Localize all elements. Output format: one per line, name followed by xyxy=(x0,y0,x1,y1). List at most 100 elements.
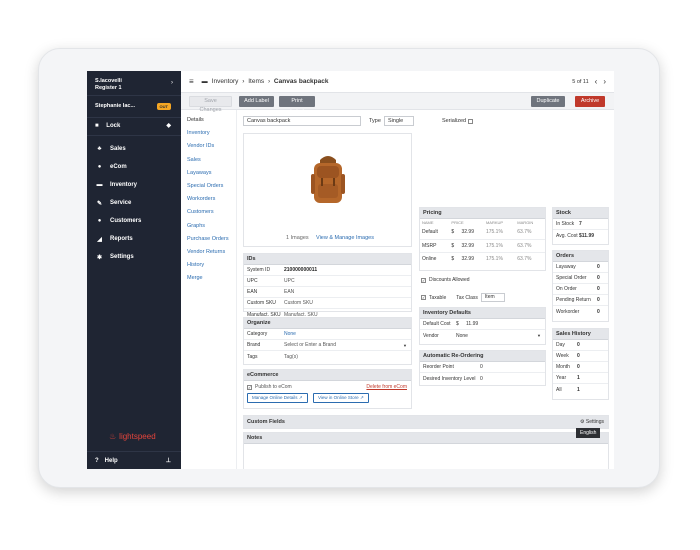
id-row: EAN EAN xyxy=(244,287,411,298)
tab-inventory[interactable]: Inventory xyxy=(181,127,236,140)
archive-button[interactable]: Archive xyxy=(575,96,605,107)
app-screen: S.Iacovelli Register 1 › Stephanie Iac..… xyxy=(87,71,614,469)
delete-from-ecom-link[interactable]: Delete from eCom xyxy=(366,384,407,390)
ean-input[interactable]: EAN xyxy=(284,289,294,295)
price-input[interactable]: 32.99 xyxy=(459,239,483,252)
tab-purchase-orders[interactable]: Purchase Orders xyxy=(181,233,236,246)
image-count: 1 Images xyxy=(286,235,309,241)
brand-select[interactable]: Select or Enter a Brand xyxy=(284,342,403,348)
desired-level-input[interactable]: 0 xyxy=(480,376,483,382)
employee-switcher[interactable]: Stephanie Iac... OUT xyxy=(87,96,181,118)
tag-icon: ◆ xyxy=(166,123,171,129)
custom-fields-settings-button[interactable]: ⚙ Settings xyxy=(580,416,604,428)
custom-sku-input[interactable]: Custom SKU xyxy=(284,300,313,306)
breadcrumb-inventory[interactable]: Inventory xyxy=(212,78,239,85)
vendor-select[interactable]: None xyxy=(456,333,537,339)
tab-special-orders[interactable]: Special Orders xyxy=(181,180,236,193)
order-row: Pending Return 0 xyxy=(553,295,608,306)
vendor-label: Vendor xyxy=(423,332,439,339)
sidebar-item-service[interactable]: ✎ Service xyxy=(87,194,181,212)
type-label: Type xyxy=(369,118,381,124)
order-row: Layaway 0 xyxy=(553,262,608,273)
customers-icon: ● xyxy=(97,218,102,224)
period-label: All xyxy=(556,386,562,393)
external-link-icon: ↗ xyxy=(359,395,364,400)
ecom-buttons: Manage Online Details ↗ View in Online S… xyxy=(244,393,411,403)
register-switcher[interactable]: S.Iacovelli Register 1 › xyxy=(87,71,181,96)
sidebar-item-ecom[interactable]: ● eCom xyxy=(87,158,181,176)
lock-button[interactable]: ■ Lock ◆ xyxy=(87,118,181,136)
sidebar-item-settings[interactable]: ✱ Settings xyxy=(87,248,181,266)
help-label: Help xyxy=(104,457,118,464)
type-select[interactable]: Single xyxy=(383,116,414,126)
tab-vendor-ids[interactable]: Vendor IDs xyxy=(181,140,236,153)
duplicate-button[interactable]: Duplicate xyxy=(531,96,565,107)
sidebar-item-sales[interactable]: ♣ Sales xyxy=(87,140,181,158)
view-online-store-button[interactable]: View in Online Store ↗ xyxy=(312,393,369,403)
id-row: Custom SKU Custom SKU xyxy=(244,298,411,309)
tags-label: Tags xyxy=(247,353,258,360)
sales-history-panel: Sales History Day 0 Week 0 Month 0 Year 1 Al… xyxy=(552,328,609,400)
order-value: 0 xyxy=(597,264,600,270)
markup-value: 175.1% xyxy=(485,255,503,262)
publish-checkbox[interactable]: ✓ xyxy=(247,384,252,390)
backpack-image[interactable] xyxy=(308,154,348,206)
tab-customers[interactable]: Customers xyxy=(181,206,236,219)
column-header: MARKUP xyxy=(485,220,504,225)
organize-row: Category None xyxy=(244,329,411,340)
tags-input[interactable]: Tag(s) xyxy=(284,354,298,360)
sales-history-row: Year 1 xyxy=(553,373,608,384)
id-label: Custom SKU xyxy=(247,300,276,306)
tab-workorders[interactable]: Workorders xyxy=(181,193,236,206)
period-label: Day xyxy=(556,342,565,348)
taxable-checkbox[interactable]: ✓ xyxy=(421,295,426,300)
button-label: View in Online Store xyxy=(317,395,359,400)
external-link-icon: ↗ xyxy=(298,395,303,400)
hamburger-menu-icon[interactable]: ≡ xyxy=(189,77,194,86)
serialized-checkbox[interactable] xyxy=(468,118,474,124)
tab-details[interactable]: Details xyxy=(181,114,236,127)
sidebar-item-label: Sales xyxy=(110,146,126,152)
price-input[interactable]: 32.99 xyxy=(459,252,483,265)
currency: $ xyxy=(451,255,455,262)
tab-sales[interactable]: Sales xyxy=(181,154,236,167)
add-label-button[interactable]: Add Label xyxy=(239,96,274,107)
tab-vendor-returns[interactable]: Vendor Returns xyxy=(181,246,236,259)
ecommerce-title: eCommerce xyxy=(244,370,411,381)
language-button[interactable]: English xyxy=(576,428,601,438)
discounts-checkbox[interactable]: ✓ xyxy=(421,277,426,283)
reorder-point-input[interactable]: 0 xyxy=(480,364,483,370)
period-value: 0 xyxy=(577,342,580,348)
chevron-right-icon[interactable]: › xyxy=(603,77,606,86)
manage-online-details-button[interactable]: Manage Online Details ↗ xyxy=(247,393,308,403)
print-label-button[interactable]: Print Label xyxy=(279,96,315,115)
save-changes-button[interactable]: Save Changes xyxy=(189,96,232,113)
breadcrumb-items[interactable]: Items xyxy=(248,78,264,85)
sidebar-item-customers[interactable]: ● Customers xyxy=(87,212,181,230)
sidebar-item-reports[interactable]: ◢ Reports xyxy=(87,230,181,248)
inventory-icon: ▬ xyxy=(201,78,208,85)
item-name-input[interactable]: Canvas backpack xyxy=(243,116,361,126)
tab-merge[interactable]: Merge xyxy=(181,272,236,285)
order-row: On Order 0 xyxy=(553,284,608,295)
column-header: MARGIN xyxy=(517,220,534,225)
manage-images-link[interactable]: View & Manage Images xyxy=(316,235,374,241)
tab-graphs[interactable]: Graphs xyxy=(181,220,236,233)
sidebar-item-inventory[interactable]: ▬ Inventory xyxy=(87,176,181,194)
tab-history[interactable]: History xyxy=(181,259,236,272)
tax-class-select[interactable]: Item xyxy=(480,293,505,302)
table-row: Default $ 32.99 175.1% 63.7% xyxy=(420,226,545,239)
item-subnav: Details Inventory Vendor IDs Sales Layaw… xyxy=(181,110,237,469)
help-button[interactable]: ? Help ⊥ xyxy=(87,451,181,469)
column-header: NAME xyxy=(422,220,434,225)
upc-input[interactable]: UPC xyxy=(284,278,295,284)
orders-title: Orders xyxy=(553,251,608,262)
order-label: Special Order xyxy=(556,275,587,281)
tab-layaways[interactable]: Layaways xyxy=(181,167,236,180)
stock-row: In Stock 7 xyxy=(553,219,608,230)
pin-icon[interactable]: ⊥ xyxy=(166,457,171,464)
price-input[interactable]: 32.99 xyxy=(459,226,483,239)
chevron-left-icon[interactable]: ‹ xyxy=(595,77,598,86)
default-cost-input[interactable]: 11.99 xyxy=(466,321,478,327)
category-link[interactable]: None xyxy=(284,331,296,337)
